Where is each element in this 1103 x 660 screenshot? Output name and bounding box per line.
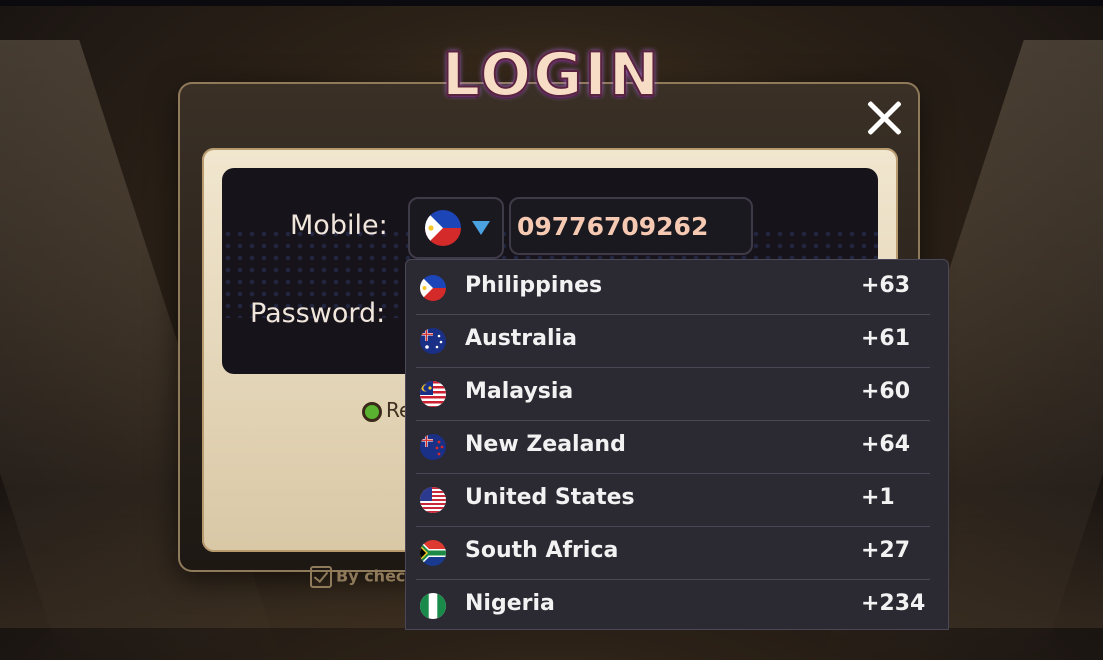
country-option-australia[interactable]: Australia +61 <box>406 315 948 368</box>
dialog-title: LOGIN <box>441 39 661 111</box>
country-name: Australia <box>465 326 577 351</box>
united-states-flag-icon <box>420 487 446 513</box>
south-africa-flag-icon <box>420 540 446 566</box>
country-dial-code: +234 <box>861 591 926 616</box>
country-name: South Africa <box>465 538 619 563</box>
malaysia-flag-icon <box>420 381 446 407</box>
country-code-select[interactable] <box>408 197 504 259</box>
country-option-philippines[interactable]: Philippines +63 <box>406 262 948 315</box>
top-strip <box>0 0 1103 6</box>
mobile-label: Mobile: <box>290 210 388 241</box>
philippines-flag-icon <box>420 275 446 301</box>
password-label: Password: <box>250 298 386 329</box>
chevron-down-icon <box>472 221 490 235</box>
country-name: New Zealand <box>465 432 626 457</box>
country-dial-code: +60 <box>861 379 911 404</box>
australia-flag-icon <box>420 328 446 354</box>
new-zealand-flag-icon <box>420 434 446 460</box>
country-name: Philippines <box>465 273 603 298</box>
terms-checkbox[interactable]: By check <box>310 566 416 588</box>
country-name: United States <box>465 485 635 510</box>
remember-option[interactable]: Re <box>362 398 411 422</box>
country-dropdown: Philippines +63 Australia +61 Malaysia +… <box>405 259 949 630</box>
country-dial-code: +64 <box>861 432 911 457</box>
country-option-nigeria[interactable]: Nigeria +234 <box>406 580 948 629</box>
close-button[interactable] <box>862 96 906 140</box>
country-option-south-africa[interactable]: South Africa +27 <box>406 527 948 580</box>
nigeria-flag-icon <box>420 593 446 619</box>
country-option-new-zealand[interactable]: New Zealand +64 <box>406 421 948 474</box>
country-dial-code: +1 <box>861 485 895 510</box>
country-name: Nigeria <box>465 591 555 616</box>
country-name: Malaysia <box>465 379 574 404</box>
country-option-malaysia[interactable]: Malaysia +60 <box>406 368 948 421</box>
mobile-number-input[interactable] <box>509 197 753 255</box>
philippines-flag-icon <box>425 210 461 246</box>
country-option-united-states[interactable]: United States +1 <box>406 474 948 527</box>
country-dial-code: +27 <box>861 538 911 563</box>
radio-icon <box>362 401 382 422</box>
checkbox-icon <box>310 566 332 588</box>
country-dial-code: +61 <box>861 326 911 351</box>
country-dial-code: +63 <box>861 273 911 298</box>
